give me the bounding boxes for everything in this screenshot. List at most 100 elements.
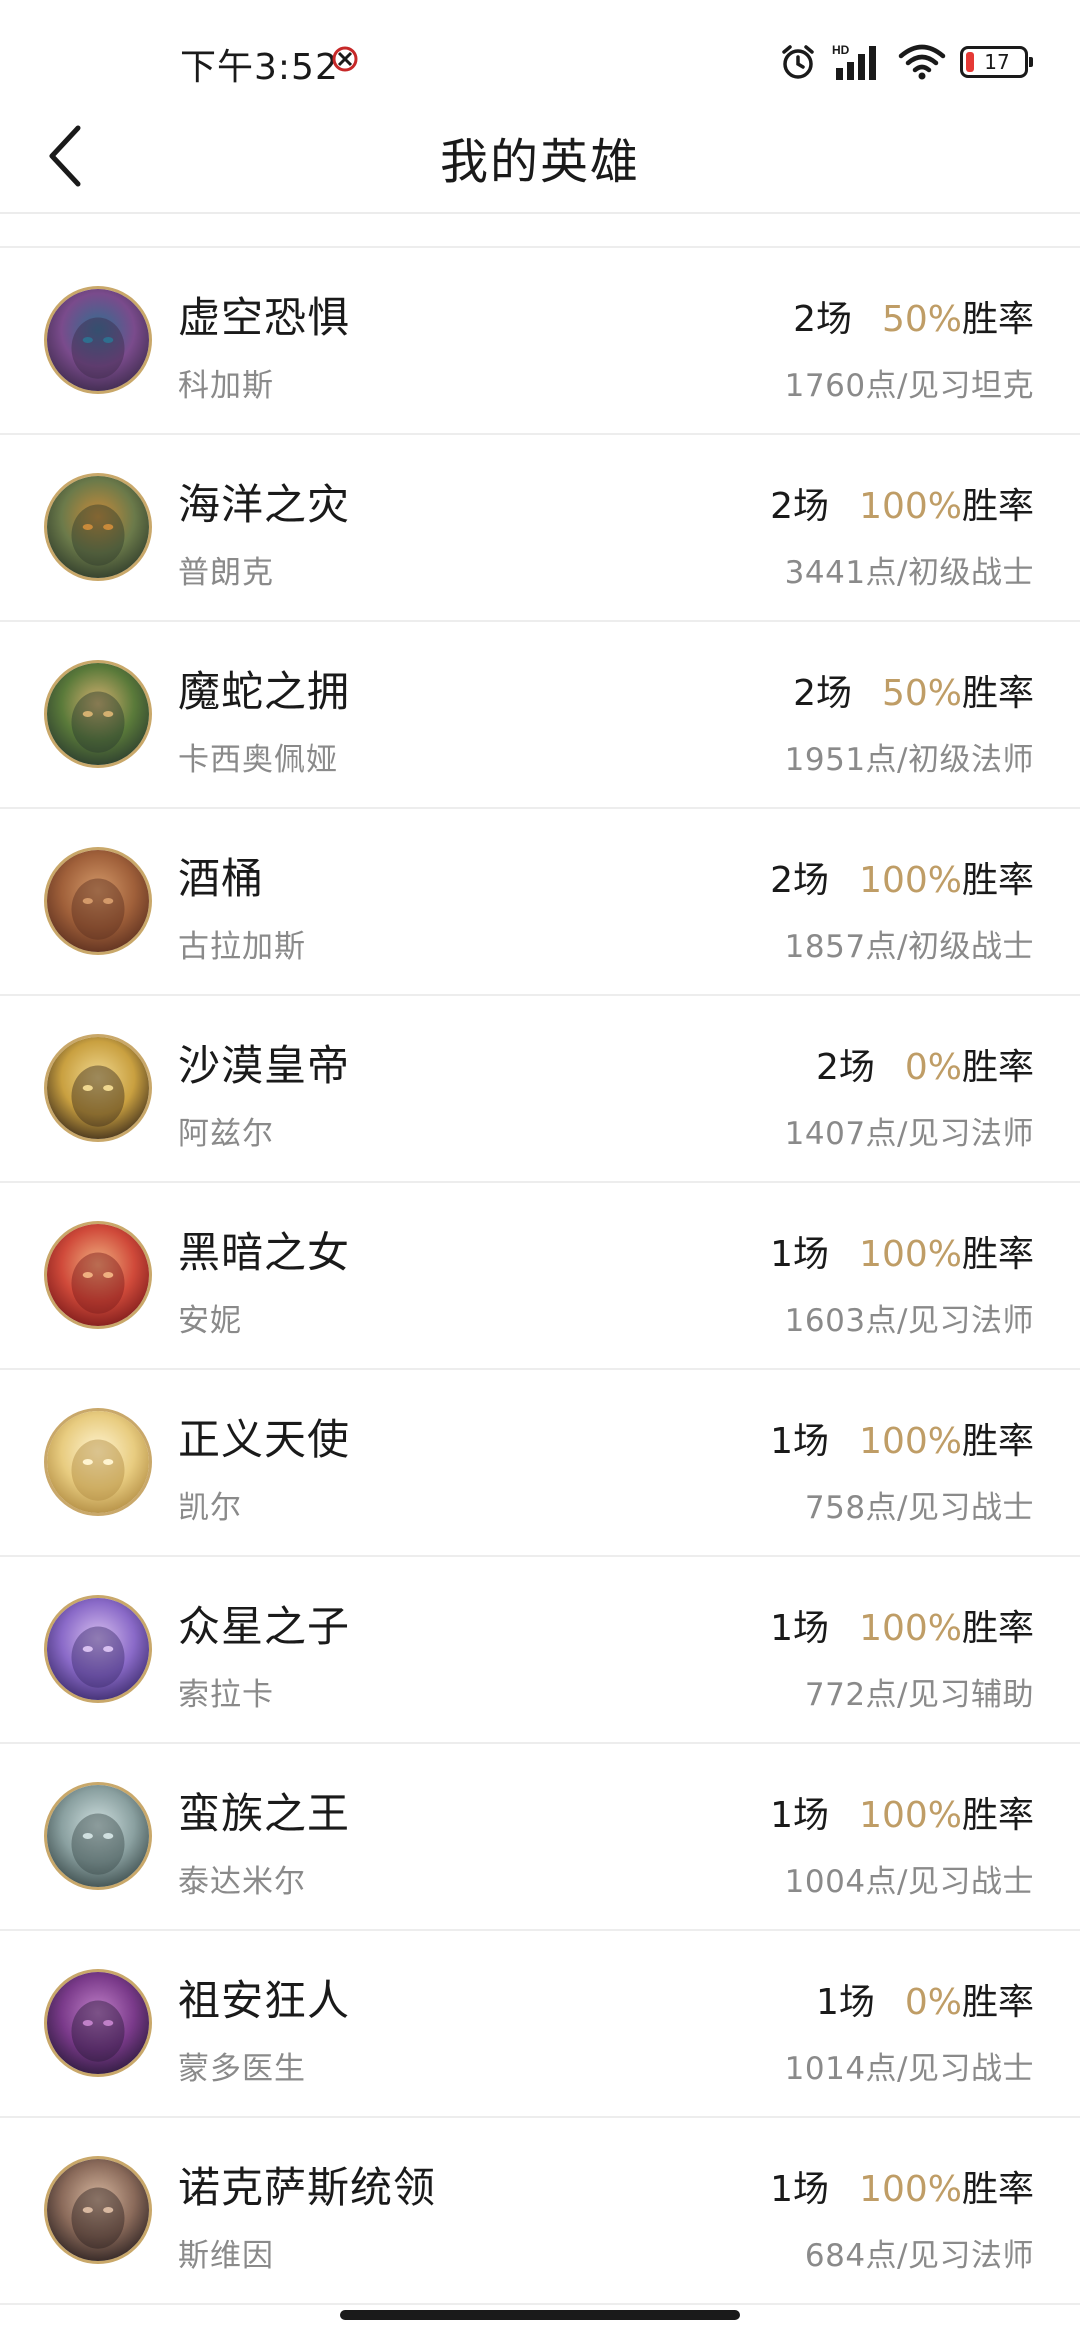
hero-list-item[interactable]: 沙漠皇帝 阿兹尔 2场 0% 胜率 1407点/见习法师: [0, 996, 1080, 1183]
hero-portrait-icon: [47, 476, 149, 578]
hero-title: 海洋之灾: [178, 480, 351, 529]
winrate-value: 100%: [859, 1608, 962, 1649]
games-count: 2场: [770, 486, 830, 527]
games-count: 1场: [770, 1234, 830, 1275]
hero-name: 普朗克: [178, 555, 274, 591]
battery-icon: 17: [960, 46, 1033, 78]
hero-portrait-icon: [47, 1598, 149, 1700]
winrate-label: 胜率: [961, 673, 1034, 714]
hero-stats: 1场 100% 胜率: [770, 2160, 1034, 2212]
hero-name: 凯尔: [178, 1490, 242, 1526]
hero-points-rank: 1857点/初级战士: [784, 929, 1034, 965]
hero-points-rank: 1951点/初级法师: [784, 742, 1034, 778]
hero-portrait-icon: [47, 1785, 149, 1887]
header: 我的英雄: [0, 100, 1080, 214]
hero-avatar: [44, 1034, 152, 1142]
hero-avatar: [44, 1408, 152, 1516]
hero-portrait-icon: [47, 1972, 149, 2074]
hero-title: 蛮族之王: [178, 1789, 351, 1838]
hero-list-item[interactable]: 海洋之灾 普朗克 2场 100% 胜率 3441点/初级战士: [0, 435, 1080, 622]
hero-portrait-icon: [47, 289, 149, 391]
winrate-value: 100%: [859, 486, 962, 527]
app-notification-icon: [330, 44, 360, 74]
hero-stats: 1场 100% 胜率: [770, 1786, 1034, 1838]
winrate-value: 0%: [904, 1982, 962, 2023]
hero-title: 酒桶: [178, 854, 265, 903]
hero-list-item[interactable]: 正义天使 凯尔 1场 100% 胜率 758点/见习战士: [0, 1370, 1080, 1557]
hero-list-item[interactable]: 虚空恐惧 科加斯 2场 50% 胜率 1760点/见习坦克: [0, 248, 1080, 435]
alarm-icon: [778, 42, 818, 82]
hero-avatar: [44, 473, 152, 581]
hero-list-item[interactable]: 酒桶 古拉加斯 2场 100% 胜率 1857点/初级战士: [0, 809, 1080, 996]
hero-points-rank: 1407点/见习法师: [784, 1116, 1034, 1152]
hero-points-rank: 1014点/见习战士: [784, 2051, 1034, 2087]
hero-list-item[interactable]: 魔蛇之拥 卡西奥佩娅 2场 50% 胜率 1951点/初级法师: [0, 622, 1080, 809]
hero-points-rank: 3441点/初级战士: [784, 555, 1034, 591]
hero-name: 泰达米尔: [178, 1864, 306, 1900]
hero-name: 阿兹尔: [178, 1116, 274, 1152]
hero-portrait-icon: [47, 1411, 149, 1513]
hero-title: 魔蛇之拥: [178, 667, 351, 716]
hero-portrait-icon: [47, 1224, 149, 1326]
hero-name: 斯维因: [178, 2238, 274, 2274]
hero-stats: 1场 100% 胜率: [770, 1225, 1034, 1277]
hero-points-rank: 1004点/见习战士: [784, 1864, 1034, 1900]
hero-title: 祖安狂人: [178, 1976, 351, 2025]
hero-avatar: [44, 847, 152, 955]
hero-list-item[interactable]: 黑暗之女 安妮 1场 100% 胜率 1603点/见习法师: [0, 1183, 1080, 1370]
winrate-label: 胜率: [961, 860, 1034, 901]
hero-name: 蒙多医生: [178, 2051, 306, 2087]
battery-level: 17: [984, 50, 1010, 74]
winrate-value: 100%: [859, 860, 962, 901]
cellular-signal-icon: HD: [832, 42, 884, 82]
hero-avatar: [44, 1595, 152, 1703]
hero-portrait-icon: [47, 663, 149, 765]
hero-name: 古拉加斯: [178, 929, 306, 965]
winrate-label: 胜率: [961, 299, 1034, 340]
hero-name: 索拉卡: [178, 1677, 274, 1713]
hero-points-rank: 758点/见习战士: [804, 1490, 1034, 1526]
hero-title: 虚空恐惧: [178, 293, 351, 342]
hero-stats: 1场 100% 胜率: [770, 1412, 1034, 1464]
hero-points-rank: 1603点/见习法师: [784, 1303, 1034, 1339]
hero-stats: 2场 50% 胜率: [793, 664, 1034, 716]
winrate-label: 胜率: [961, 1982, 1034, 2023]
winrate-label: 胜率: [961, 486, 1034, 527]
home-indicator[interactable]: [340, 2310, 740, 2320]
games-count: 1场: [815, 1982, 875, 2023]
games-count: 1场: [770, 1608, 830, 1649]
games-count: 1场: [770, 1795, 830, 1836]
winrate-value: 100%: [859, 1234, 962, 1275]
hero-name: 科加斯: [178, 368, 274, 404]
winrate-label: 胜率: [961, 1234, 1034, 1275]
hero-list-item[interactable]: 蛮族之王 泰达米尔 1场 100% 胜率 1004点/见习战士: [0, 1744, 1080, 1931]
hero-avatar: [44, 286, 152, 394]
hero-portrait-icon: [47, 2159, 149, 2261]
winrate-label: 胜率: [961, 1608, 1034, 1649]
hero-avatar: [44, 2156, 152, 2264]
winrate-value: 100%: [859, 1421, 962, 1462]
hero-points-rank: 684点/见习法师: [804, 2238, 1034, 2274]
games-count: 1场: [770, 1421, 830, 1462]
hero-list-item[interactable]: 众星之子 索拉卡 1场 100% 胜率 772点/见习辅助: [0, 1557, 1080, 1744]
hero-title: 正义天使: [178, 1415, 351, 1464]
winrate-label: 胜率: [961, 1047, 1034, 1088]
hero-title: 众星之子: [178, 1602, 351, 1651]
hero-title: 黑暗之女: [178, 1228, 351, 1277]
hero-stats: 1场 100% 胜率: [770, 1599, 1034, 1651]
hero-avatar: [44, 1969, 152, 2077]
hero-list-item[interactable]: 诺克萨斯统领 斯维因 1场 100% 胜率 684点/见习法师: [0, 2118, 1080, 2305]
hero-avatar: [44, 1221, 152, 1329]
winrate-value: 100%: [859, 2169, 962, 2210]
games-count: 2场: [793, 673, 852, 714]
winrate-value: 50%: [881, 299, 962, 340]
winrate-value: 100%: [859, 1795, 962, 1836]
hero-portrait-icon: [47, 1037, 149, 1139]
hero-points-rank: 1760点/见习坦克: [784, 368, 1034, 404]
network-type-label: HD: [832, 43, 850, 57]
hero-stats: 1场 0% 胜率: [816, 1973, 1034, 2025]
hero-title: 诺克萨斯统领: [178, 2163, 437, 2212]
status-icons: HD 17: [778, 38, 1033, 86]
winrate-label: 胜率: [961, 2169, 1034, 2210]
hero-list-item[interactable]: 祖安狂人 蒙多医生 1场 0% 胜率 1014点/见习战士: [0, 1931, 1080, 2118]
